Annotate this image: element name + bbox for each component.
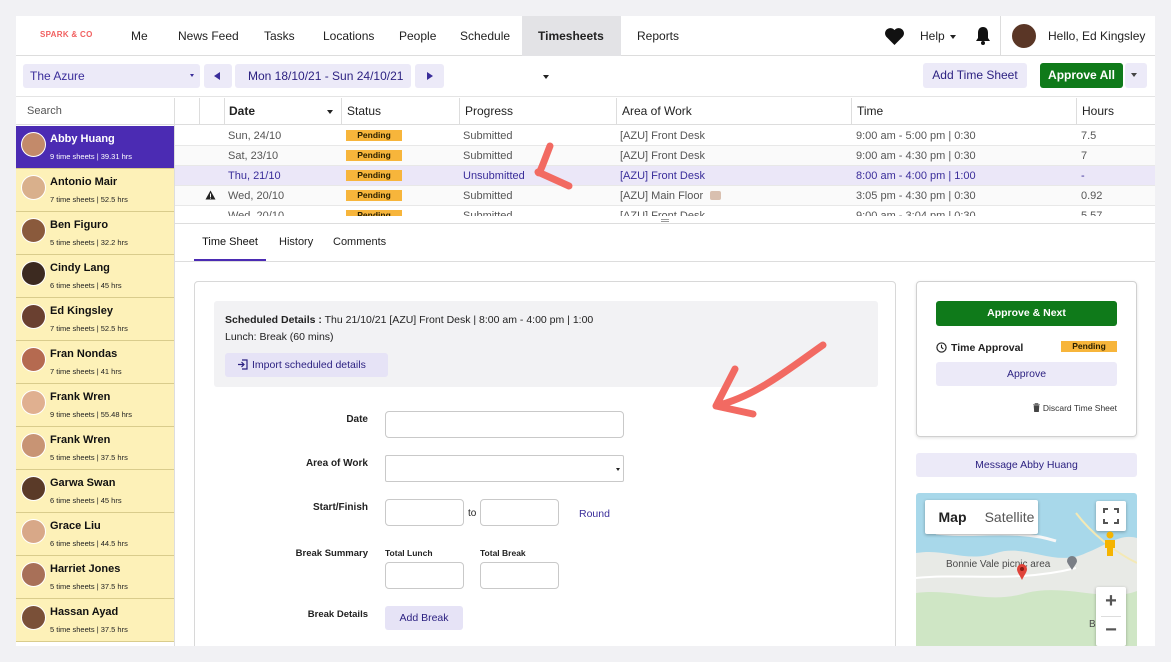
annotation-arrow-2: [712, 341, 827, 418]
app-frame: SPARK & CO Me News Feed Tasks Locations …: [16, 16, 1155, 646]
annotation-arrows: [534, 142, 827, 418]
annotation-arrow-1: [534, 142, 573, 190]
